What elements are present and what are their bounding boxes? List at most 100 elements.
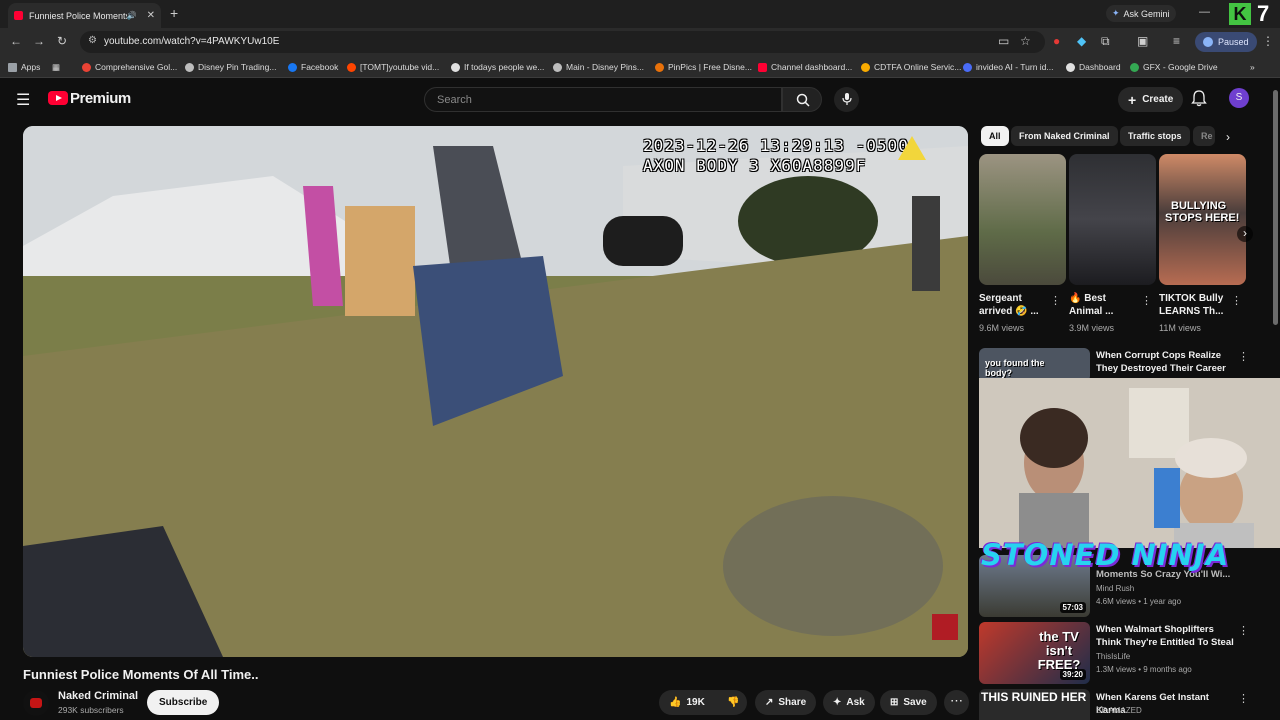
- search-icon: [796, 93, 810, 107]
- video-title: Funniest Police Moments Of All Time..: [23, 667, 259, 682]
- subscribe-button[interactable]: Subscribe: [147, 690, 220, 715]
- bookmark-item[interactable]: [TOMT]youtube vid...: [347, 60, 439, 74]
- reload-icon[interactable]: ↻: [57, 34, 67, 48]
- tab-title: Funniest Police Moments O: [29, 10, 127, 21]
- media-controls-icon[interactable]: ≡: [1173, 34, 1180, 48]
- bookmark-favicon-icon: [655, 62, 664, 72]
- close-tab-icon[interactable]: ✕: [147, 10, 155, 21]
- bookmark-item[interactable]: invideo AI - Turn id...: [963, 60, 1053, 74]
- bookmark-label: If todays people we...: [464, 62, 545, 72]
- bookmark-item[interactable]: Dashboard: [1066, 60, 1121, 74]
- speaker-icon[interactable]: 🔊: [127, 11, 137, 20]
- more-bookmarks-icon[interactable]: »: [1250, 60, 1255, 74]
- extension-blue-icon[interactable]: ◆: [1077, 34, 1086, 48]
- bookmark-star-icon[interactable]: ☆: [1020, 34, 1031, 48]
- related-video-title[interactable]: When Corrupt Cops Realize They Destroyed…: [1096, 349, 1236, 375]
- save-button[interactable]: ⊞ Save: [880, 690, 937, 715]
- microphone-icon: [842, 93, 852, 105]
- dislike-button[interactable]: 👎: [721, 690, 747, 715]
- ask-button[interactable]: ✦ Ask: [823, 690, 875, 715]
- browser-tab-active[interactable]: Funniest Police Moments O 🔊 ✕: [8, 3, 161, 28]
- video-player[interactable]: 2023-12-26 13:29:13 -0500 AXON BODY 3 X6…: [23, 126, 968, 657]
- related-meta: 1.3M views • 9 months ago: [1096, 665, 1192, 674]
- bookmark-apps[interactable]: Apps: [8, 60, 40, 74]
- menu-hamburger-icon[interactable]: ☰: [16, 90, 30, 110]
- bookmark-item[interactable]: Comprehensive Gol...: [82, 60, 177, 74]
- bookmark-item[interactable]: Main - Disney Pins...: [553, 60, 644, 74]
- page-scrollbar[interactable]: [1273, 90, 1278, 325]
- channel-name[interactable]: Naked Criminal: [58, 690, 138, 702]
- forward-arrow-icon[interactable]: →: [33, 34, 45, 48]
- notifications-bell-icon[interactable]: [1191, 89, 1207, 112]
- related-more-icon[interactable]: ⋮: [1238, 624, 1249, 637]
- short-title[interactable]: 🔥 Best Animal ...: [1069, 292, 1139, 318]
- k-extension-icon[interactable]: K: [1229, 3, 1251, 25]
- bookmark-label: Main - Disney Pins...: [566, 62, 644, 72]
- bookmark-label: GFX - Google Drive: [1143, 62, 1218, 72]
- bookmark-item[interactable]: Disney Pin Trading...: [185, 60, 276, 74]
- create-button[interactable]: + Create: [1118, 87, 1184, 112]
- bookmark-label: [TOMT]youtube vid...: [360, 62, 440, 72]
- short-more-icon[interactable]: ⋮: [1141, 294, 1152, 307]
- extensions-puzzle-icon[interactable]: ⧉: [1101, 34, 1110, 49]
- chip-from-channel[interactable]: From Naked Criminal: [1011, 126, 1118, 146]
- chip-truncated[interactable]: Re: [1193, 126, 1215, 146]
- new-tab-button[interactable]: +: [170, 5, 178, 21]
- bookmark-favicon-icon: [963, 62, 972, 72]
- extension-badge-count: 7: [1257, 1, 1270, 26]
- install-app-icon[interactable]: ▭: [998, 34, 1009, 48]
- all-bookmarks-grid-icon[interactable]: ▦: [52, 60, 60, 74]
- related-video-title[interactable]: When Walmart Shoplifters Think They're E…: [1096, 623, 1236, 649]
- extension-red-icon[interactable]: ●: [1053, 34, 1060, 48]
- address-bar[interactable]: ⚙ youtube.com/watch?v=4PAWKYUw10E: [80, 31, 1045, 53]
- chip-all[interactable]: All: [981, 126, 1009, 146]
- short-title[interactable]: Sergeant arrived 🤣 ...: [979, 292, 1049, 318]
- profile-status-label: Paused: [1218, 37, 1249, 47]
- bookmark-item[interactable]: GFX - Google Drive: [1130, 60, 1218, 74]
- minimize-icon[interactable]: —: [1199, 6, 1210, 18]
- video-duration: 39:20: [1059, 669, 1086, 680]
- bookmark-item[interactable]: CDTFA Online Servic...: [861, 60, 961, 74]
- ask-gemini-button[interactable]: ✦ Ask Gemini: [1106, 5, 1176, 22]
- channel-avatar[interactable]: [23, 690, 49, 716]
- short-thumbnail[interactable]: BULLYING STOPS HERE!: [1159, 154, 1246, 285]
- related-video-thumbnail[interactable]: THIS RUINED HER: [979, 689, 1090, 720]
- bookmark-item[interactable]: Facebook: [288, 60, 338, 74]
- site-info-icon[interactable]: ⚙: [88, 35, 97, 46]
- short-thumbnail[interactable]: [979, 154, 1066, 285]
- related-channel[interactable]: Mind Rush: [1096, 584, 1134, 593]
- youtube-logo-icon[interactable]: [48, 91, 68, 105]
- short-more-icon[interactable]: ⋮: [1231, 294, 1242, 307]
- more-actions-icon[interactable]: ⋯: [944, 690, 969, 715]
- share-label: Share: [778, 697, 807, 708]
- warning-triangle-icon: [898, 136, 926, 160]
- related-channel[interactable]: ThisIsLife: [1096, 652, 1130, 661]
- related-more-icon[interactable]: ⋮: [1238, 350, 1249, 363]
- search-button[interactable]: [782, 87, 822, 112]
- related-channel[interactable]: BE AMAZED: [1096, 706, 1142, 715]
- bookmark-item[interactable]: PinPics | Free Disne...: [655, 60, 752, 74]
- search-box: [424, 87, 782, 112]
- related-more-icon[interactable]: ⋮: [1238, 692, 1249, 705]
- account-avatar[interactable]: S: [1229, 88, 1249, 108]
- short-title[interactable]: TIKTOK Bully LEARNS Th...: [1159, 292, 1229, 318]
- related-video-thumbnail[interactable]: you found the body?: [979, 348, 1090, 382]
- back-arrow-icon[interactable]: ←: [10, 34, 22, 48]
- shorts-next-chevron-icon[interactable]: ›: [1237, 226, 1253, 242]
- browser-menu-icon[interactable]: ⋮: [1262, 34, 1274, 48]
- search-input[interactable]: [437, 92, 767, 108]
- sparkle-icon: ✦: [833, 697, 842, 708]
- short-thumbnail[interactable]: [1069, 154, 1156, 285]
- bookmark-item[interactable]: If todays people we...: [451, 60, 544, 74]
- profile-status-button[interactable]: Paused: [1195, 32, 1257, 52]
- chip-traffic-stops[interactable]: Traffic stops: [1120, 126, 1190, 146]
- related-video-thumbnail[interactable]: the TV isn't FREE? 39:20: [979, 622, 1090, 684]
- short-more-icon[interactable]: ⋮: [1050, 294, 1061, 307]
- webcam-scene: [979, 378, 1280, 548]
- share-button[interactable]: ↗ Share: [755, 690, 817, 715]
- split-view-icon[interactable]: ▣: [1137, 34, 1148, 48]
- voice-search-button[interactable]: [834, 87, 859, 112]
- like-button[interactable]: 👍 19K: [659, 690, 723, 715]
- chips-next-chevron-icon[interactable]: ›: [1226, 130, 1230, 144]
- bookmark-item[interactable]: Channel dashboard...: [758, 60, 852, 74]
